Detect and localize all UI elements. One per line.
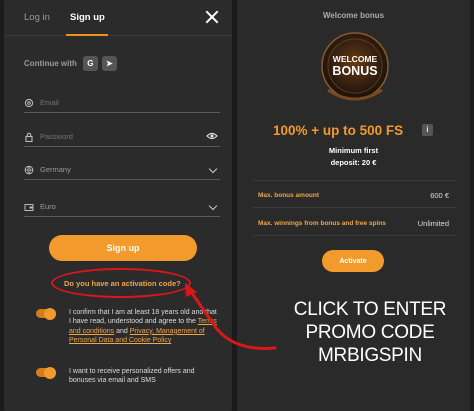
email-input[interactable]: [40, 98, 200, 107]
auth-tabs: Log in Sign up: [4, 0, 232, 36]
continue-with-label: Continue with: [24, 58, 77, 68]
annotation-line1: CLICK TO ENTER: [293, 299, 447, 320]
bonus-title: Welcome bonus: [322, 11, 385, 20]
activation-code-link[interactable]: Do you have an activation code?: [64, 279, 181, 288]
max-bonus-label: Max. bonus amount: [258, 192, 320, 199]
email-field[interactable]: [24, 95, 220, 113]
badge-line2: BONUS: [332, 64, 377, 78]
max-bonus-value: 600 €: [430, 191, 449, 200]
welcome-bonus-badge: WELCOME BONUS: [321, 32, 389, 101]
terms-prefix: I confirm that I am at least 18 years ol…: [69, 309, 217, 326]
terms-toggle[interactable]: [36, 307, 56, 320]
lock-icon: [25, 132, 33, 142]
country-select[interactable]: Germany: [24, 162, 220, 180]
social-login-row: Continue with G ➤: [24, 55, 121, 71]
chevron-down-icon: [208, 201, 218, 211]
and-text: and: [116, 327, 128, 335]
email-icon: [24, 98, 34, 108]
password-field[interactable]: [24, 129, 220, 147]
chevron-down-icon: [208, 164, 218, 174]
currency-value: Euro: [40, 202, 56, 211]
annotation-line3: MRBIGSPIN: [318, 345, 422, 366]
toggle-knob: [44, 366, 56, 379]
divider: [253, 207, 456, 208]
currency-select[interactable]: Euro: [24, 199, 220, 217]
country-value: Germany: [40, 165, 71, 174]
bonus-headline: 100% + up to 500 FS: [273, 123, 404, 138]
signup-panel: Log in Sign up Continue with G ➤ Ger: [4, 0, 232, 411]
terms-consent-text: I confirm that I am at least 18 years ol…: [69, 308, 219, 346]
promo-annotation-text: CLICK TO ENTER PROMO CODE MRBIGSPIN: [270, 298, 470, 367]
min-deposit-label: Minimum first: [328, 146, 379, 155]
toggle-knob: [44, 307, 56, 320]
close-icon[interactable]: [204, 9, 220, 25]
max-winnings-label: Max. winnings from bonus and free spins: [258, 220, 386, 227]
offers-consent-text: I want to receive personalized offers an…: [69, 368, 195, 385]
telegram-icon[interactable]: ➤: [101, 55, 117, 71]
eye-icon[interactable]: [206, 131, 218, 141]
min-deposit-value: deposit: 20 €: [330, 158, 377, 167]
divider: [253, 180, 456, 181]
offers-toggle[interactable]: [36, 366, 56, 379]
activate-button[interactable]: Activate: [322, 250, 384, 272]
wallet-icon: [24, 204, 34, 211]
info-icon[interactable]: i: [422, 124, 433, 136]
active-tab-indicator: [66, 34, 108, 36]
signup-button[interactable]: Sign up: [49, 235, 197, 261]
tab-login[interactable]: Log in: [24, 12, 50, 23]
divider: [253, 235, 456, 236]
badge-line1: WELCOME: [333, 54, 378, 64]
annotation-line2: PROMO CODE: [305, 322, 435, 343]
max-winnings-value: Unlimited: [417, 219, 449, 228]
password-input[interactable]: [40, 132, 200, 141]
google-icon[interactable]: G: [82, 55, 98, 71]
globe-icon: [24, 165, 34, 175]
tab-signup[interactable]: Sign up: [70, 12, 105, 23]
